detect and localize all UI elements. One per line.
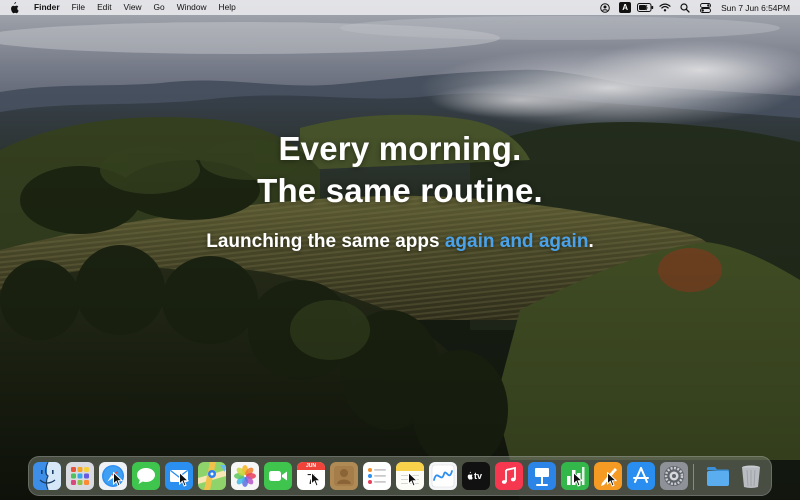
menu-help[interactable]: Help — [213, 0, 242, 15]
dock-launchpad-icon[interactable] — [66, 462, 94, 490]
menu-go[interactable]: Go — [148, 0, 171, 15]
hero-text: Every morning. The same routine. Launchi… — [0, 128, 800, 254]
apple-tv-label: tv — [474, 471, 483, 481]
spotlight-icon[interactable] — [675, 0, 695, 15]
control-center-icon[interactable] — [695, 0, 715, 15]
headline-line-2: The same routine. — [257, 172, 543, 209]
menu-window[interactable]: Window — [171, 0, 213, 15]
dock-facetime-icon[interactable] — [264, 462, 292, 490]
dock-keynote-icon[interactable] — [528, 462, 556, 490]
apple-menu-icon[interactable] — [0, 1, 28, 14]
input-source-label: A — [619, 2, 632, 13]
account-icon[interactable] — [595, 0, 615, 15]
menu-view[interactable]: View — [118, 0, 148, 15]
input-source-icon[interactable]: A — [615, 0, 635, 15]
dock-maps-icon[interactable] — [198, 462, 226, 490]
dock: JUN 7 tv — [28, 456, 772, 496]
dock-photos-icon[interactable] — [231, 462, 259, 490]
cursor-on-mail-icon — [179, 472, 189, 487]
dock-reminders-icon[interactable] — [363, 462, 391, 490]
dock-trash-icon[interactable] — [737, 462, 765, 490]
subheadline-text: Launching the same apps — [206, 231, 445, 252]
dock-downloads-folder-icon[interactable] — [704, 462, 732, 490]
menu-app-name[interactable]: Finder — [28, 0, 66, 15]
dock-music-icon[interactable] — [495, 462, 523, 490]
dock-apple-tv-icon[interactable]: tv — [462, 462, 490, 490]
dock-separator — [693, 464, 694, 490]
battery-icon[interactable] — [635, 0, 655, 15]
headline-line-1: Every morning. — [278, 130, 522, 167]
dock-finder-icon[interactable] — [33, 462, 61, 490]
subheadline-accent: again and again — [444, 231, 589, 252]
menu-clock[interactable]: Sun 7 Jun 6:54PM — [715, 3, 790, 13]
cursor-on-safari-icon — [113, 472, 123, 487]
dock-system-settings-icon[interactable] — [660, 462, 688, 490]
cursor-on-calendar-icon — [311, 472, 321, 487]
menu-file[interactable]: File — [66, 0, 92, 15]
cursor-on-pages-icon — [607, 472, 617, 487]
cursor-on-numbers-icon — [573, 472, 583, 487]
dock-messages-icon[interactable] — [132, 462, 160, 490]
wifi-icon[interactable] — [655, 0, 675, 15]
subheadline-period: . — [588, 231, 594, 252]
dock-app-store-icon[interactable] — [627, 462, 655, 490]
dock-freeform-icon[interactable] — [429, 462, 457, 490]
dock-contacts-icon[interactable] — [330, 462, 358, 490]
calendar-month: JUN — [305, 463, 316, 469]
subheadline: Launching the same apps again and again. — [0, 230, 800, 254]
menu-bar: Finder File Edit View Go Window Help A S… — [0, 0, 800, 15]
cursor-on-notes-icon — [408, 472, 418, 487]
menu-edit[interactable]: Edit — [91, 0, 117, 15]
